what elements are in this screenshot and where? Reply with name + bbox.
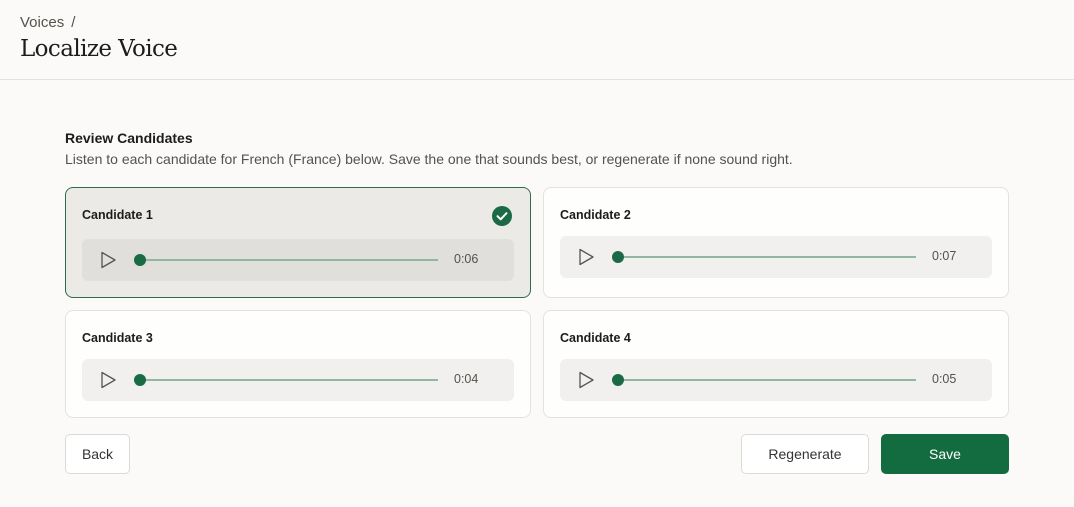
candidate-card-1[interactable]: Candidate 1 0:06 — [65, 187, 531, 298]
duration: 0:05 — [932, 372, 957, 386]
back-button[interactable]: Back — [65, 434, 130, 474]
page-header: Voices / Localize Voice — [0, 0, 1074, 80]
candidate-card-2[interactable]: Candidate 2 0:07 — [543, 187, 1009, 298]
duration: 0:06 — [454, 252, 479, 266]
breadcrumb-separator: / — [71, 14, 76, 31]
duration: 0:04 — [454, 372, 479, 386]
progress-track[interactable] — [618, 379, 916, 381]
duration: 0:07 — [932, 249, 957, 263]
audio-player: 0:04 — [82, 359, 514, 401]
play-icon[interactable] — [98, 250, 118, 270]
check-circle-icon — [492, 206, 512, 226]
candidate-title: Candidate 2 — [560, 208, 631, 222]
progress-thumb[interactable] — [134, 254, 146, 266]
progress-thumb[interactable] — [134, 374, 146, 386]
review-title: Review Candidates — [65, 130, 193, 146]
play-icon[interactable] — [98, 370, 118, 390]
audio-player: 0:06 — [82, 239, 514, 281]
play-icon[interactable] — [576, 247, 596, 267]
progress-track[interactable] — [140, 379, 438, 381]
play-icon[interactable] — [576, 370, 596, 390]
save-button[interactable]: Save — [881, 434, 1009, 474]
progress-track[interactable] — [140, 259, 438, 261]
candidate-title: Candidate 4 — [560, 331, 631, 345]
breadcrumb-voices-link[interactable]: Voices — [20, 14, 64, 31]
audio-player: 0:07 — [560, 236, 992, 278]
candidate-card-3[interactable]: Candidate 3 0:04 — [65, 310, 531, 418]
audio-player: 0:05 — [560, 359, 992, 401]
progress-track[interactable] — [618, 256, 916, 258]
page-title: Localize Voice — [20, 36, 178, 62]
candidate-card-4[interactable]: Candidate 4 0:05 — [543, 310, 1009, 418]
candidate-title: Candidate 3 — [82, 331, 153, 345]
candidate-title: Candidate 1 — [82, 208, 153, 222]
progress-thumb[interactable] — [612, 374, 624, 386]
progress-thumb[interactable] — [612, 251, 624, 263]
review-description: Listen to each candidate for French (Fra… — [65, 151, 793, 167]
breadcrumb: Voices / — [20, 14, 75, 31]
regenerate-button[interactable]: Regenerate — [741, 434, 869, 474]
